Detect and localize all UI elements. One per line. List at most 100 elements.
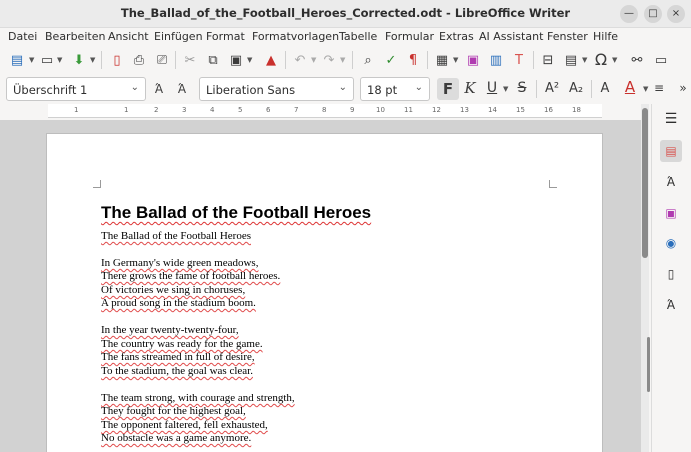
text-line[interactable]: A proud song in the stadium boom. [101,297,256,309]
document-heading[interactable]: The Ballad of the Football Heroes [101,203,371,223]
subscript-icon[interactable]: A₂ [567,79,585,97]
chevron-down-icon[interactable]: ▼ [340,56,345,64]
sidebar: ☰ ▤ Ά ▣ ◉ ▯ Ά [651,104,691,452]
menu-einfuegen[interactable]: Einfügen [154,30,203,43]
gallery-icon[interactable]: ▣ [660,202,682,224]
chevron-down-icon[interactable]: ▼ [90,56,95,64]
print-preview-icon[interactable]: ⎚ [153,51,171,69]
font-color-icon[interactable]: A [621,78,639,96]
comment-icon[interactable]: ▭ [652,51,670,69]
ruler-tick: 1 [124,106,129,114]
new-style-icon[interactable]: Ά [173,80,191,98]
export-pdf-icon[interactable]: ▯ [108,51,126,69]
title-bar: The_Ballad_of_the_Football_Heroes_Correc… [0,0,691,28]
redo-icon[interactable]: ↷ [320,51,338,69]
minimize-button[interactable]: — [620,5,638,23]
chevron-down-icon[interactable]: ▼ [247,56,252,64]
chevron-down-icon[interactable]: ▼ [582,56,587,64]
insert-image-icon[interactable]: ▣ [464,51,482,69]
spellcheck-icon[interactable]: ✓ [382,51,400,69]
maximize-button[interactable]: □ [644,5,662,23]
paste-icon[interactable]: ▣ [227,51,245,69]
ruler-tick: 12 [432,106,441,114]
close-button[interactable]: × [667,5,685,23]
text-line[interactable]: To the stadium, the goal was clear. [101,365,253,377]
clone-formatting-icon[interactable]: ▲ [262,51,280,69]
toolbar-separator [536,80,537,98]
chevron-down-icon[interactable]: ⌄ [339,82,347,93]
menu-bearbeiten[interactable]: Bearbeiten [45,30,105,43]
text-line[interactable]: The fans streamed in full of desire, [101,351,255,363]
insert-field-icon[interactable]: ▤ [562,51,580,69]
open-folder-icon[interactable]: ▭ [38,51,56,69]
undo-icon[interactable]: ↶ [291,51,309,69]
standard-toolbar: ▤ ▼ ▭ ▼ ⬇ ▼ ▯ ⎙ ⎚ ✂ ⧉ ▣ ▼ ▲ ↶ ▼ ↷ ▼ ⌕ ✓ … [0,47,691,73]
text-line[interactable]: There grows the fame of football heroes. [101,270,280,282]
menu-extras[interactable]: Extras [439,30,474,43]
clear-formatting-icon[interactable]: A [596,79,614,97]
menu-ansicht[interactable]: Ansicht [108,30,149,43]
menu-ai-assistant[interactable]: AI Assistant [479,30,543,43]
chevron-down-icon[interactable]: ⌄ [131,82,139,93]
strikethrough-icon[interactable]: S [513,79,531,97]
formatting-marks-icon[interactable]: ¶ [404,51,422,69]
text-line[interactable]: The team strong, with courage and streng… [101,392,295,404]
menu-tabelle[interactable]: Tabelle [339,30,377,43]
menu-format[interactable]: Format [206,30,245,43]
styles-icon[interactable]: Ά [660,171,682,193]
font-name-select[interactable]: Liberation Sans ⌄ [199,77,354,101]
scrollbar-thumb[interactable] [642,108,648,258]
chevron-down-icon[interactable]: ▼ [311,56,316,64]
new-document-icon[interactable]: ▤ [8,51,26,69]
font-size-select[interactable]: 18 pt ⌄ [360,77,430,101]
superscript-icon[interactable]: A² [543,79,561,97]
chevron-down-icon[interactable]: ▼ [503,85,508,93]
text-line[interactable]: The Ballad of the Football Heroes [101,230,251,242]
text-line[interactable]: No obstacle was a game anymore. [101,432,251,444]
paragraph-style-select[interactable]: Überschrift 1 ⌄ [6,77,146,101]
navigator-icon[interactable]: ◉ [660,232,682,254]
sidebar-resize-handle[interactable] [647,337,650,392]
properties-icon[interactable]: ▤ [660,140,682,162]
bold-icon[interactable]: F [437,78,459,100]
hyperlink-icon[interactable]: ⚯ [628,51,646,69]
chevron-down-icon[interactable]: ▼ [29,56,34,64]
italic-icon[interactable]: K [461,79,479,97]
copy-icon[interactable]: ⧉ [204,51,222,69]
menu-formular[interactable]: Formular [385,30,434,43]
text-line[interactable]: The opponent faltered, fell exhausted, [101,419,268,431]
underline-icon[interactable]: U [483,79,501,97]
text-line[interactable]: In Germany's wide green meadows, [101,257,258,269]
find-replace-icon[interactable]: ⌕ [359,51,377,69]
menu-formatvorlagen[interactable]: Formatvorlagen [252,30,339,43]
special-character-icon[interactable]: Ω [592,50,610,69]
text-line[interactable]: In the year twenty-twenty-four, [101,324,239,336]
cut-icon[interactable]: ✂ [181,51,199,69]
chevron-down-icon[interactable]: ▼ [612,56,617,64]
update-style-icon[interactable]: Ά [150,80,168,98]
vertical-scrollbar[interactable] [641,104,650,452]
ruler-tick: 10 [376,106,385,114]
horizontal-ruler[interactable]: 1 1 2 3 4 5 6 7 8 9 10 11 12 13 14 15 16… [48,104,602,118]
save-icon[interactable]: ⬇ [70,51,88,69]
more-options-icon[interactable]: » [674,79,691,97]
chevron-down-icon[interactable]: ▼ [453,56,458,64]
menu-datei[interactable]: Datei [8,30,37,43]
insert-table-icon[interactable]: ▦ [433,51,451,69]
chevron-down-icon[interactable]: ▼ [643,85,648,93]
menu-fenster[interactable]: Fenster [547,30,588,43]
chevron-down-icon[interactable]: ⌄ [415,82,423,93]
menu-hilfe[interactable]: Hilfe [593,30,618,43]
chevron-down-icon[interactable]: ▼ [57,56,62,64]
align-icon[interactable]: ≡ [650,79,668,97]
text-line[interactable]: Of victories we sing in choruses, [101,284,245,296]
text-line[interactable]: The country was ready for the game. [101,338,263,350]
insert-textbox-icon[interactable]: T [510,51,528,69]
insert-chart-icon[interactable]: ▥ [487,51,505,69]
text-line[interactable]: They fought for the highest goal, [101,405,246,417]
page-break-icon[interactable]: ⊟ [539,51,557,69]
sidebar-menu-icon[interactable]: ☰ [660,108,682,130]
style-inspector-icon[interactable]: Ά [660,294,682,316]
page-icon[interactable]: ▯ [660,263,682,285]
print-icon[interactable]: ⎙ [130,51,148,69]
